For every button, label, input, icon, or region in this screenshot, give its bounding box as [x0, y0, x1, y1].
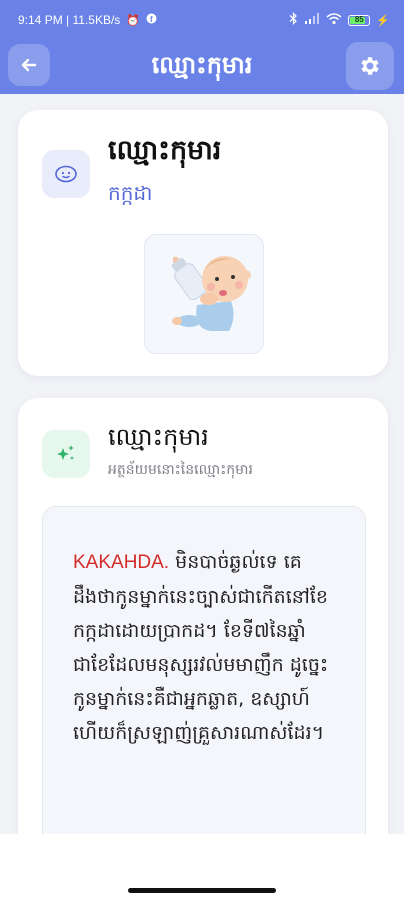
baby-name: ឈ្មោះកុមារ	[108, 135, 222, 166]
meaning-text: KAKAHDA. មិនបាច់ឆ្ងល់ទេ គេដឹងថាកូនម្នាក់…	[73, 545, 343, 750]
status-right: 85 ⚡	[289, 12, 390, 28]
battery-icon: 85	[348, 14, 371, 26]
gear-icon	[361, 57, 379, 75]
alarm-icon: ⏰	[126, 14, 140, 27]
page-title: ឈ្មោះកុមារ	[151, 51, 253, 79]
name-card: ឈ្មោះកុមារ កក្កដា	[18, 110, 388, 376]
meaning-body: មិនបាច់ឆ្ងល់ទេ គេដឹងថាកូនម្នាក់នេះច្បាស់…	[73, 551, 329, 744]
meaning-card: ឈ្មោះកុមារ អត្ថន័យមនោះនៃឈ្មោះកុមារ KAKAH…	[18, 398, 388, 858]
status-left: 9:14 PM | 11.5KB/s ⏰ f	[18, 13, 157, 27]
status-bar: 9:14 PM | 11.5KB/s ⏰ f 85 ⚡	[0, 0, 404, 40]
app-bar: ឈ្មោះកុមារ	[0, 40, 404, 94]
sparkle-icon-tile	[42, 430, 90, 478]
meaning-box: KAKAHDA. មិនបាច់ឆ្ងល់ទេ គេដឹងថាកូនម្នាក់…	[42, 506, 366, 858]
facebook-icon: f	[146, 13, 157, 27]
face-icon	[55, 165, 77, 183]
arrow-left-icon	[21, 58, 37, 72]
meaning-title: ឈ្មោះកុមារ	[108, 423, 209, 451]
baby-illustration	[144, 234, 264, 354]
svg-text:f: f	[150, 15, 153, 24]
signal-icon	[304, 12, 320, 28]
home-gesture-handle[interactable]	[128, 888, 276, 893]
name-keyword: KAKAHDA.	[73, 552, 170, 573]
bluetooth-icon	[289, 12, 298, 28]
back-button[interactable]	[8, 44, 50, 86]
wifi-icon	[326, 12, 342, 28]
birth-month: កក្កដា	[108, 181, 153, 205]
system-nav-bar	[0, 834, 404, 900]
meaning-subtitle: អត្ថន័យមនោះនៃឈ្មោះកុមារ	[108, 462, 253, 478]
status-time-speed: 9:14 PM | 11.5KB/s	[18, 13, 121, 27]
charging-icon: ⚡	[376, 14, 390, 27]
baby-with-bottle-image	[171, 256, 251, 331]
settings-button[interactable]	[346, 42, 394, 90]
face-icon-tile	[42, 150, 90, 198]
battery-level: 85	[354, 14, 364, 24]
sparkle-icon	[57, 445, 74, 460]
